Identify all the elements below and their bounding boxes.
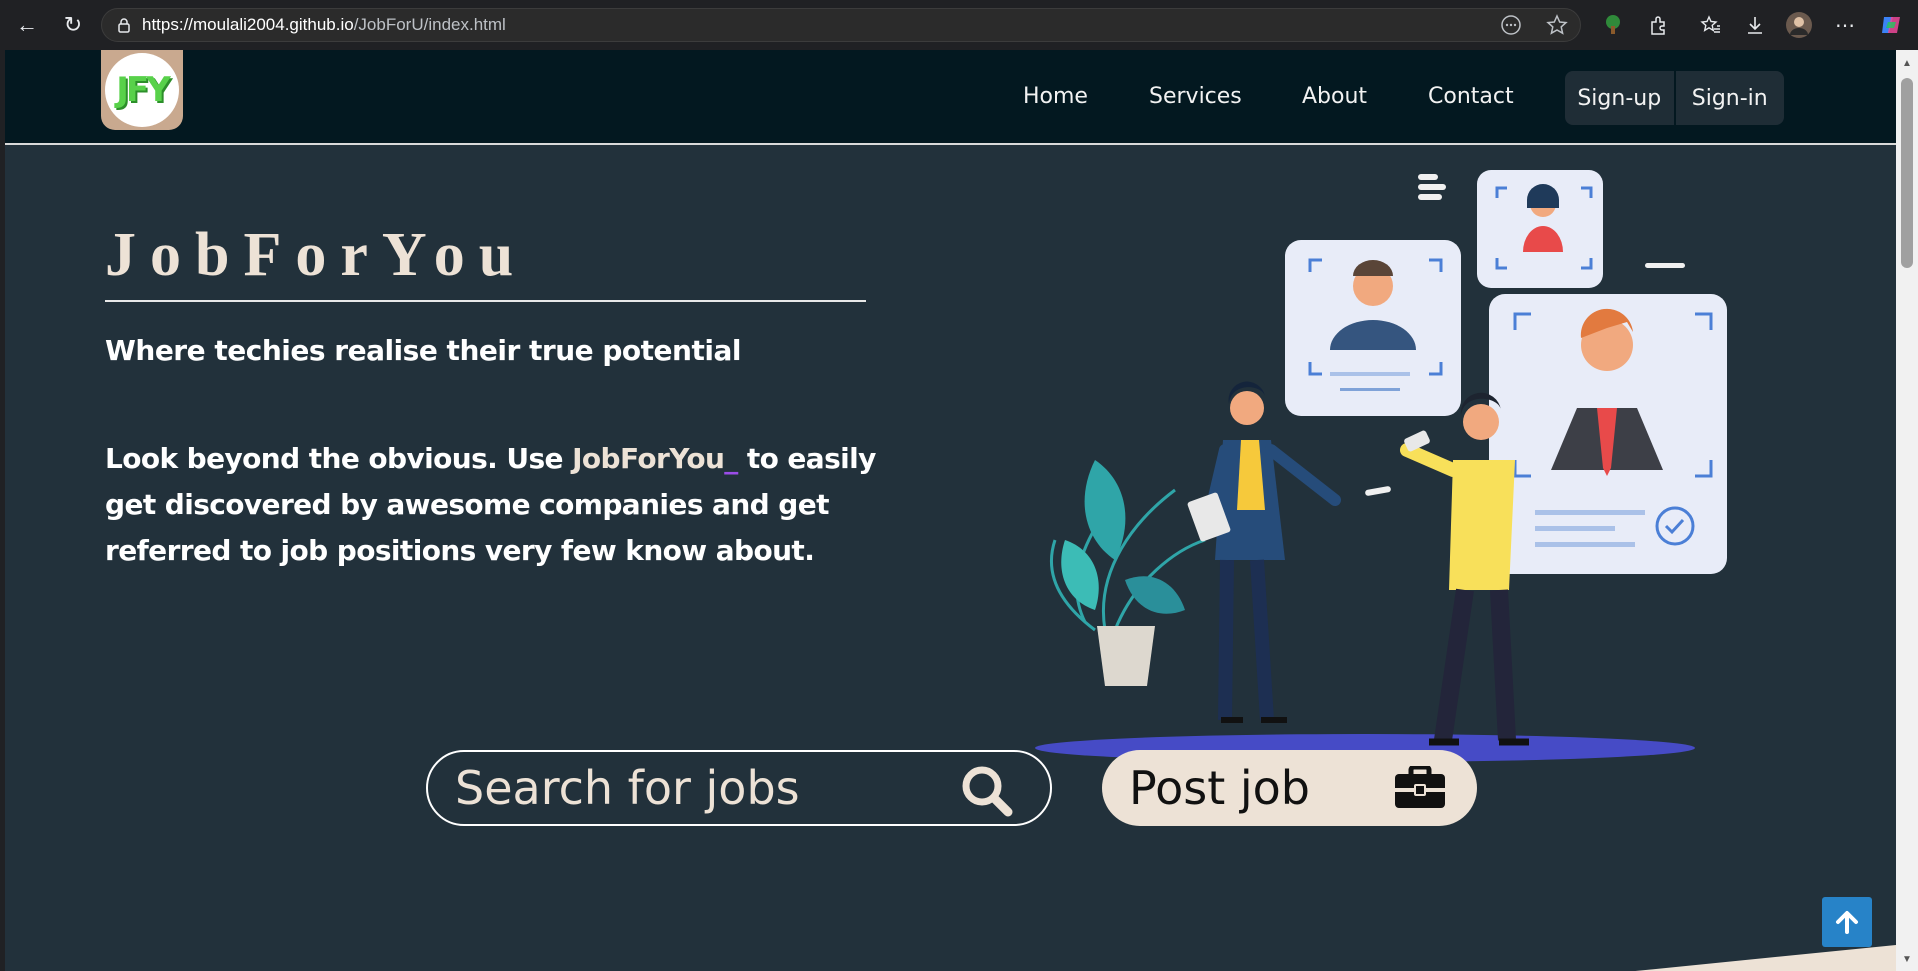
url-text[interactable]: https://moulali2004.github.io/JobForU/in… xyxy=(142,15,506,35)
url-path: /JobForU/index.html xyxy=(353,15,506,34)
desc-brand-name: JobForYou xyxy=(572,442,725,475)
downloads-icon[interactable] xyxy=(1740,10,1770,40)
logo-badge: JFY xyxy=(105,53,179,127)
nav-contact[interactable]: Contact xyxy=(1428,84,1514,109)
nav-about[interactable]: About xyxy=(1302,84,1367,109)
search-icon[interactable] xyxy=(960,764,1014,818)
hero-description: Look beyond the obvious. Use JobForYou_ … xyxy=(105,436,885,574)
scrollbar-thumb[interactable] xyxy=(1901,78,1913,268)
logo-text: JFY xyxy=(116,70,170,110)
search-jobs-input[interactable]: Search for jobs xyxy=(426,750,1052,826)
hiring-illustration xyxy=(1035,170,1727,762)
extensions-icon[interactable] xyxy=(1644,10,1674,40)
hero-tagline: Where techies realise their true potenti… xyxy=(105,334,741,367)
more-menu-icon[interactable]: ⋯ xyxy=(1830,10,1860,40)
desc-text-start: Look beyond the obvious. Use xyxy=(105,442,573,475)
site-logo[interactable]: JFY xyxy=(101,50,183,130)
post-job-button[interactable]: Post job xyxy=(1102,750,1477,826)
url-host: https://moulali2004.github.io xyxy=(142,15,354,34)
scroll-up-icon[interactable]: ▲ xyxy=(1901,58,1913,70)
signin-button[interactable]: Sign-in xyxy=(1676,71,1785,125)
back-to-top-button[interactable] xyxy=(1822,897,1872,947)
reader-icon[interactable] xyxy=(1500,14,1522,36)
hero-title: JobForYou xyxy=(105,221,528,289)
copilot-icon[interactable] xyxy=(1876,10,1906,40)
arrow-up-icon xyxy=(1836,911,1858,934)
favorite-star-icon[interactable] xyxy=(1546,14,1568,36)
auth-buttons: Sign-up Sign-in xyxy=(1565,71,1784,125)
signup-button[interactable]: Sign-up xyxy=(1565,71,1674,125)
nav-services[interactable]: Services xyxy=(1149,84,1242,109)
scroll-down-icon[interactable]: ▼ xyxy=(1901,954,1913,966)
search-placeholder: Search for jobs xyxy=(455,761,800,815)
typing-cursor: _ xyxy=(724,442,738,475)
briefcase-icon xyxy=(1395,766,1445,808)
site-header: JFY Home Services About Contact Sign-up … xyxy=(5,50,1896,145)
nav-home[interactable]: Home xyxy=(1023,84,1088,109)
title-divider xyxy=(105,300,866,302)
extension-tree-icon[interactable] xyxy=(1598,10,1628,40)
favorites-icon[interactable] xyxy=(1696,10,1726,40)
browser-toolbar: ← ↻ https://moulali2004.github.io/JobFor… xyxy=(0,0,1918,50)
page: JFY Home Services About Contact Sign-up … xyxy=(5,50,1896,971)
profile-avatar-icon[interactable] xyxy=(1784,10,1814,40)
post-job-label: Post job xyxy=(1129,761,1310,815)
page-scrollbar[interactable]: ▲ ▼ xyxy=(1896,50,1918,971)
back-icon[interactable]: ← xyxy=(10,8,44,42)
address-bar[interactable]: https://moulali2004.github.io/JobForU/in… xyxy=(101,8,1581,42)
section-divider-shape xyxy=(1635,945,1896,971)
site-info-icon[interactable] xyxy=(116,17,132,33)
refresh-icon[interactable]: ↻ xyxy=(56,8,90,42)
